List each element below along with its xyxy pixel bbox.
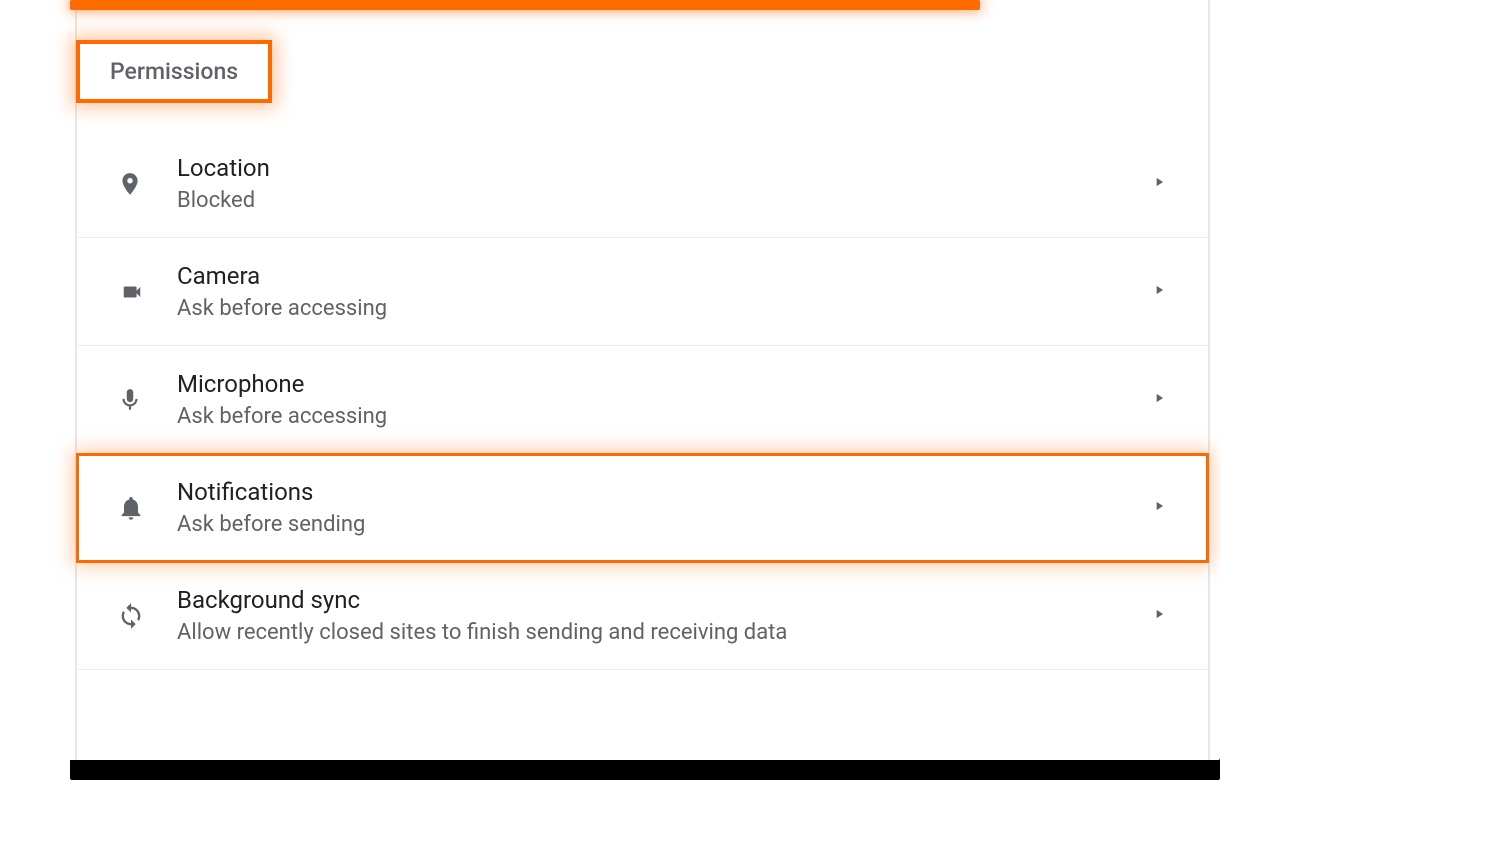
row-subtitle: Ask before accessing	[177, 296, 1152, 321]
row-title: Background sync	[177, 586, 1152, 614]
row-subtitle: Blocked	[177, 188, 1152, 213]
camera-icon	[117, 281, 177, 303]
permissions-card: Permissions Location Blocked	[20, 0, 1220, 760]
chevron-right-icon	[1152, 497, 1170, 519]
microphone-icon	[117, 385, 177, 415]
row-text: Microphone Ask before accessing	[177, 370, 1152, 429]
row-subtitle: Ask before sending	[177, 512, 1152, 537]
permission-row-background-sync[interactable]: Background sync Allow recently closed si…	[77, 562, 1208, 670]
chevron-right-icon	[1152, 281, 1170, 303]
row-title: Microphone	[177, 370, 1152, 398]
top-highlight-bar	[70, 0, 980, 10]
divider-right	[1208, 0, 1210, 760]
page-root: Permissions Location Blocked	[0, 0, 1498, 842]
row-text: Location Blocked	[177, 154, 1152, 213]
row-text: Background sync Allow recently closed si…	[177, 586, 1152, 645]
row-title: Notifications	[177, 478, 1152, 506]
row-title: Camera	[177, 262, 1152, 290]
row-subtitle: Allow recently closed sites to finish se…	[177, 620, 1152, 645]
chevron-right-icon	[1152, 389, 1170, 411]
section-header: Permissions	[76, 40, 272, 103]
chevron-right-icon	[1152, 605, 1170, 627]
chevron-right-icon	[1152, 173, 1170, 195]
row-text: Camera Ask before accessing	[177, 262, 1152, 321]
permission-row-location[interactable]: Location Blocked	[77, 130, 1208, 238]
location-icon	[117, 167, 177, 201]
permissions-list: Location Blocked Camera Ask before acces…	[77, 130, 1208, 670]
sync-icon	[117, 602, 177, 630]
section-title: Permissions	[110, 58, 238, 85]
row-text: Notifications Ask before sending	[177, 478, 1152, 537]
bell-icon	[117, 493, 177, 523]
permission-row-microphone[interactable]: Microphone Ask before accessing	[77, 346, 1208, 454]
permission-row-notifications[interactable]: Notifications Ask before sending	[77, 454, 1208, 562]
permission-row-camera[interactable]: Camera Ask before accessing	[77, 238, 1208, 346]
row-title: Location	[177, 154, 1152, 182]
row-subtitle: Ask before accessing	[177, 404, 1152, 429]
